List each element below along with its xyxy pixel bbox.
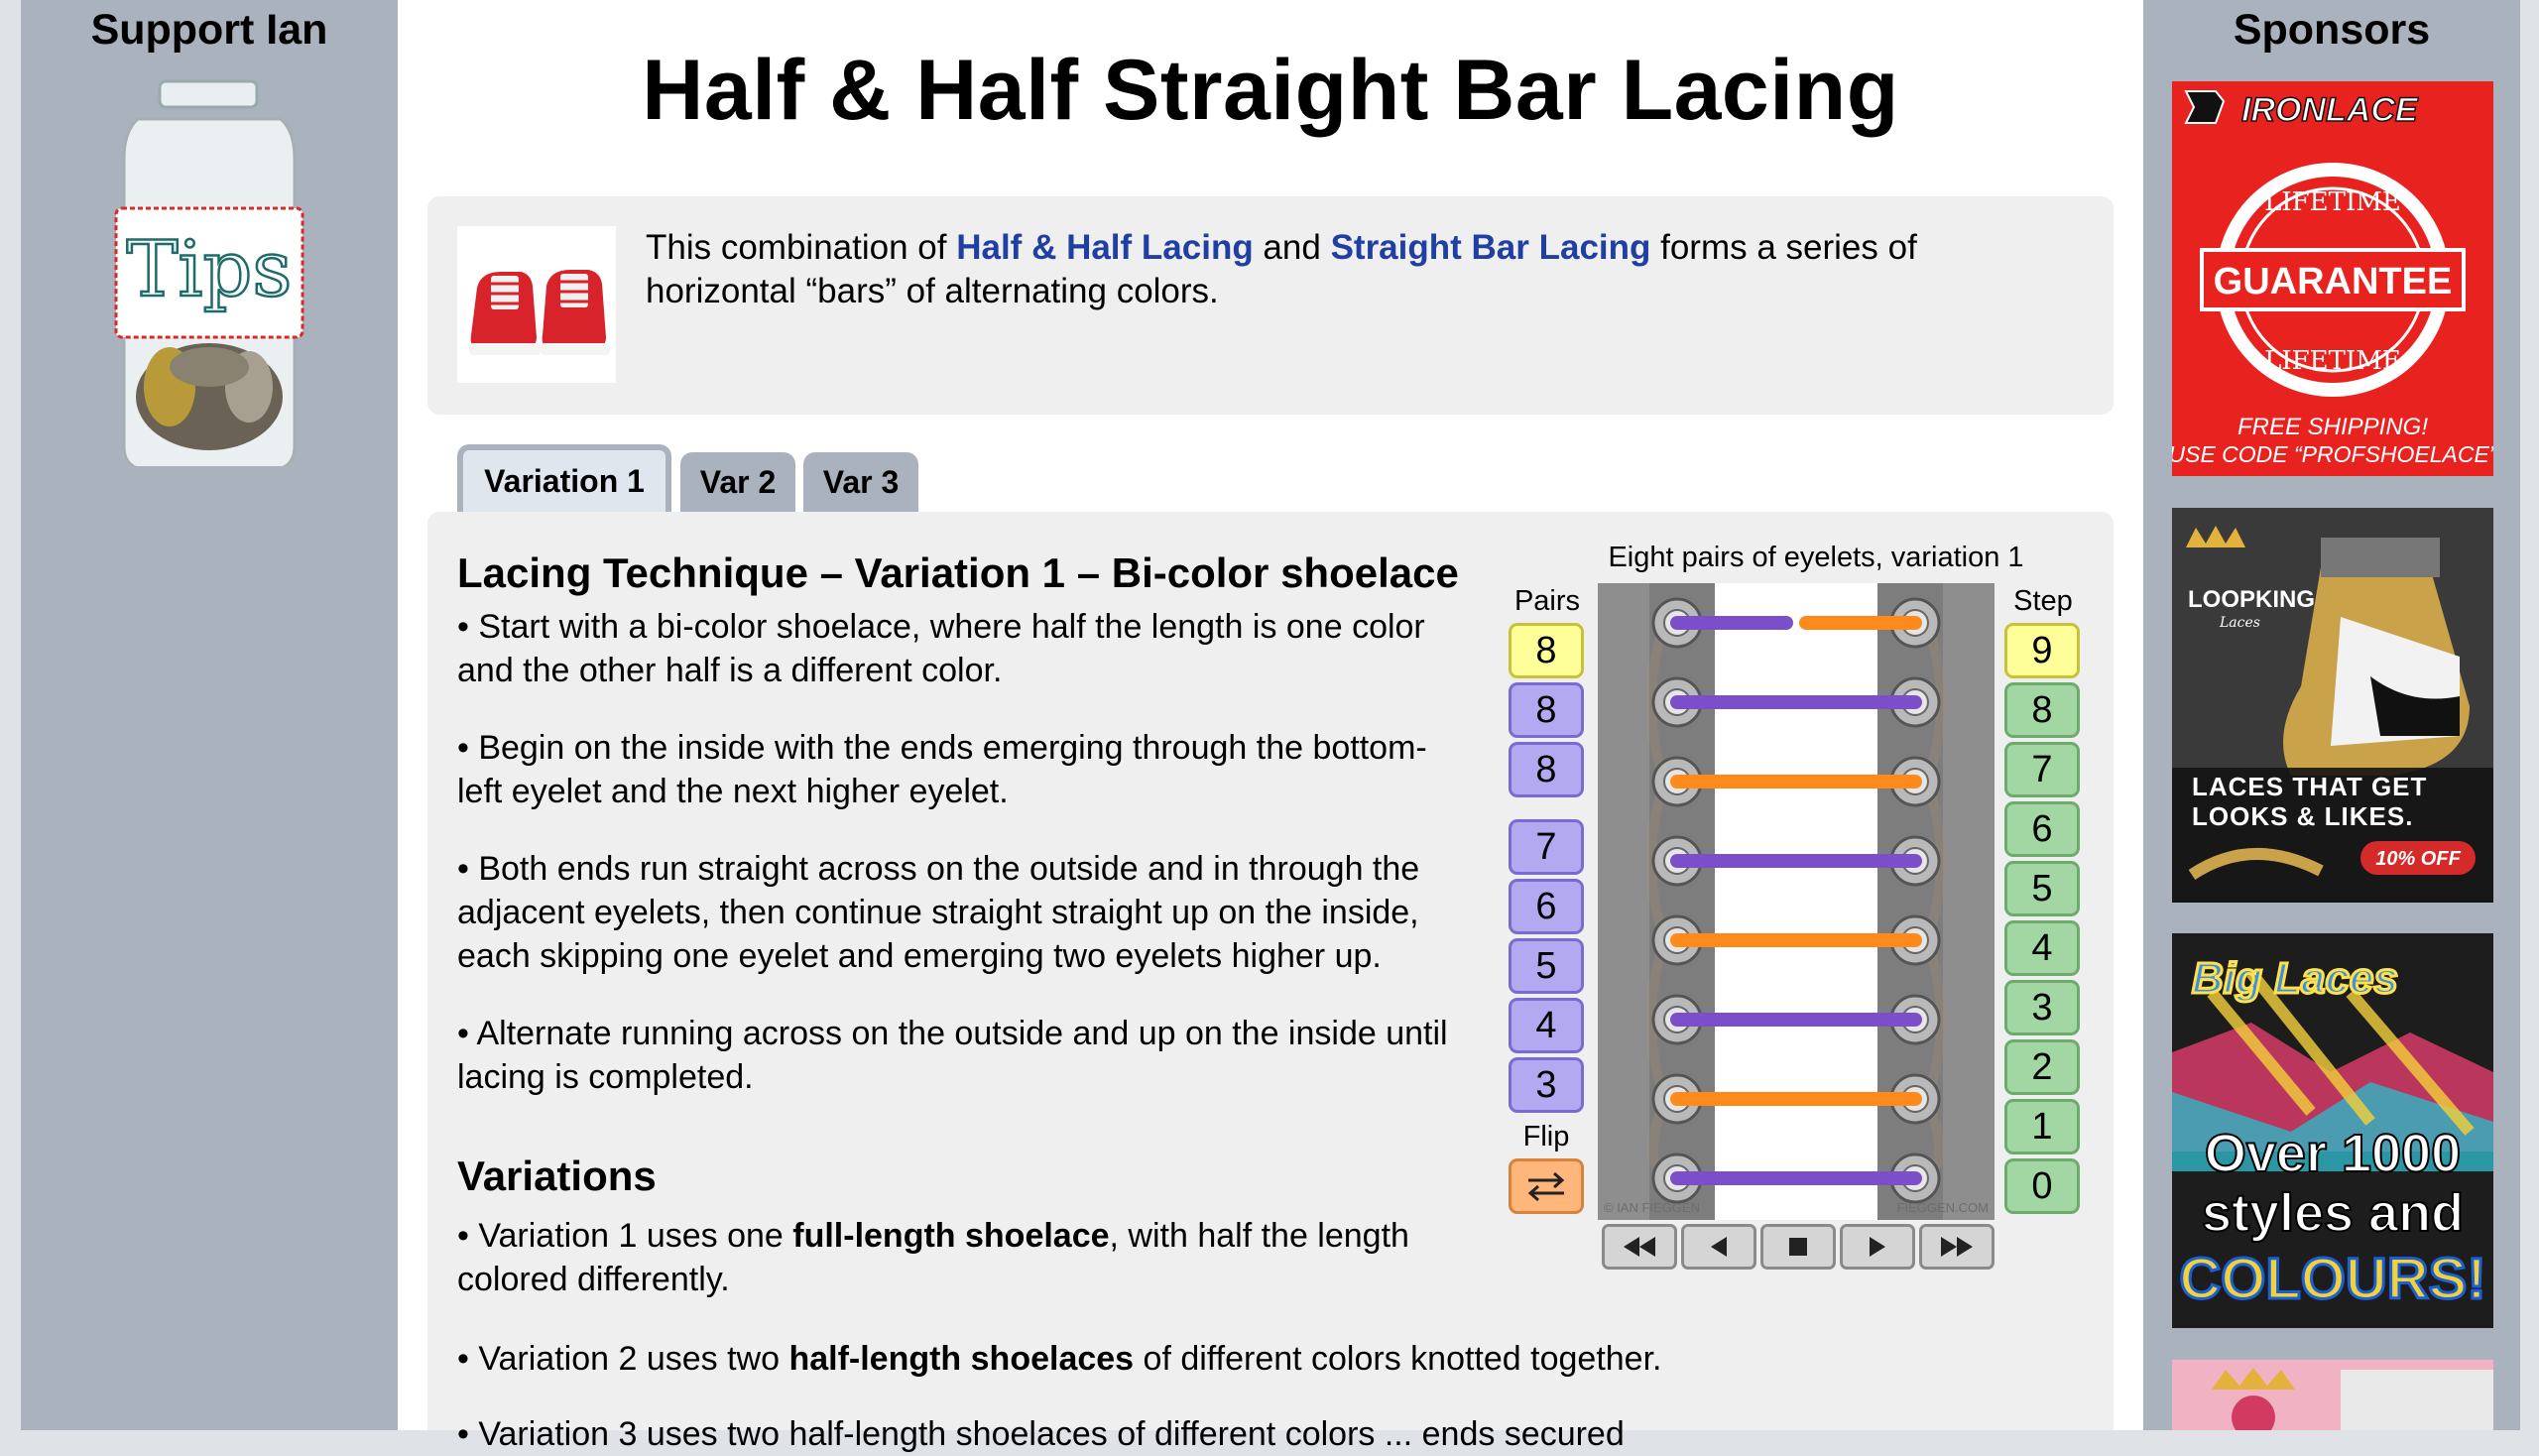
intro-text: This combination of Half & Half Lacing a…: [646, 228, 1917, 310]
pairs-label: Pairs: [1513, 585, 1581, 617]
tab-variation-1[interactable]: Variation 1: [457, 444, 671, 512]
technique-step-2: • Begin on the inside with the ends emer…: [457, 729, 1427, 810]
step-back-icon: [1711, 1237, 1727, 1257]
biglaces-line3: COLOURS!: [2179, 1247, 2485, 1311]
technique-heading: Lacing Technique – Variation 1 – Bi-colo…: [457, 549, 1459, 596]
technique-step-1: • Start with a bi-color shoelace, where …: [457, 608, 1425, 689]
ironlace-code: USE CODE “PROFSHOELACE”: [2172, 441, 2493, 467]
loopking-sub: Laces: [2219, 615, 2260, 631]
ironlace-lifetime-bottom: LIFETIME: [2264, 346, 2401, 376]
step-button-9[interactable]: 9: [2004, 623, 2080, 678]
loopking-headline: LACES THAT GET LOOKS & LIKES.: [2192, 772, 2428, 831]
straight-bar-lacing-link[interactable]: Straight Bar Lacing: [1331, 228, 1651, 267]
step-button-4[interactable]: 4: [2004, 920, 2080, 976]
variation-3-note: • Variation 3 uses two half-length shoel…: [457, 1415, 1625, 1453]
flip-label: Flip: [1522, 1121, 1570, 1153]
page-title: Half & Half Straight Bar Lacing: [642, 43, 1899, 138]
pairs-button-3[interactable]: 3: [1509, 1057, 1584, 1113]
tab-var-3[interactable]: Var 3: [803, 452, 918, 512]
fast-forward-button[interactable]: [1919, 1224, 1995, 1270]
rewind-button[interactable]: [1602, 1224, 1677, 1270]
pairs-button-4[interactable]: 4: [1509, 998, 1584, 1053]
flip-button[interactable]: [1509, 1158, 1584, 1214]
step-button-7[interactable]: 7: [2004, 742, 2080, 797]
technique-step-4: • Alternate running across on the outsid…: [457, 1015, 1448, 1096]
step-button-5[interactable]: 5: [2004, 861, 2080, 916]
tab-var-2[interactable]: Var 2: [680, 452, 795, 512]
lacing-diagram: © IAN FIEGGEN FIEGGEN.COM: [1598, 583, 1995, 1220]
stop-icon: [1789, 1238, 1807, 1256]
step-forward-icon: [1870, 1237, 1885, 1257]
sponsor-ad-partial[interactable]: [2172, 1360, 2493, 1430]
biglaces-brand: Big Laces: [2192, 954, 2398, 1003]
sponsor-ad-loopking[interactable]: LOOPKING Laces LACES THAT GET LOOKS & LI…: [2172, 508, 2493, 903]
step-button-3[interactable]: 3: [2004, 980, 2080, 1035]
intro-box: This combination of Half & Half Lacing a…: [427, 196, 2114, 415]
variation-1-note: • Variation 1 uses one full-length shoel…: [457, 1217, 1409, 1298]
pairs-button-5[interactable]: 5: [1509, 938, 1584, 994]
pairs-button-7[interactable]: 7: [1509, 819, 1584, 875]
biglaces-line2: styles and: [2202, 1183, 2464, 1243]
step-button-2[interactable]: 2: [2004, 1039, 2080, 1095]
half-half-lacing-link[interactable]: Half & Half Lacing: [956, 228, 1253, 267]
rewind-icon: [1624, 1237, 1655, 1257]
stop-button[interactable]: [1760, 1224, 1836, 1270]
sponsor-ad-biglaces[interactable]: Big Laces Over 1000 styles and COLOURS!: [2172, 933, 2493, 1328]
shoe-thumbnail[interactable]: [457, 226, 616, 383]
ironlace-lifetime-top: LIFETIME: [2264, 187, 2401, 217]
variations-heading: Variations: [457, 1153, 657, 1199]
pairs-button-6[interactable]: 6: [1509, 879, 1584, 934]
sponsors-title: Sponsors: [2233, 6, 2431, 54]
left-sidebar: Support Ian Tips: [21, 0, 398, 1430]
step-button-6[interactable]: 6: [2004, 801, 2080, 857]
ironlace-brand: IRONLACE: [2241, 91, 2419, 129]
step-button-0[interactable]: 0: [2004, 1158, 2080, 1214]
variation-panel: Lacing Technique – Variation 1 – Bi-colo…: [427, 512, 2114, 1453]
fast-forward-icon: [1941, 1237, 1973, 1257]
credit-left: © IAN FIEGGEN: [1604, 1200, 1700, 1215]
ironlace-shipping: FREE SHIPPING!: [2237, 414, 2428, 440]
credit-right: FIEGGEN.COM: [1897, 1200, 1989, 1215]
sponsor-ad-ironlace[interactable]: IRONLACE LIFETIME GUARANTEE LIFETIME FRE…: [2172, 81, 2493, 476]
step-label: Step: [2013, 585, 2073, 617]
ironlace-guarantee: GUARANTEE: [2214, 261, 2453, 303]
pairs-button-8[interactable]: 8: [1509, 623, 1584, 678]
main-content: Half & Half Straight Bar Lacing This com…: [398, 0, 2143, 1453]
step-button-8[interactable]: 8: [2004, 682, 2080, 738]
biglaces-line1: Over 1000: [2205, 1124, 2461, 1183]
loopking-brand: LOOPKING: [2188, 586, 2315, 613]
step-button-1[interactable]: 1: [2004, 1099, 2080, 1154]
loopking-badge: 10% OFF: [2375, 848, 2461, 870]
tips-jar-image[interactable]: Tips: [21, 69, 398, 466]
tips-label: Tips: [127, 225, 293, 314]
step-forward-button[interactable]: [1840, 1224, 1915, 1270]
diagram-caption: Eight pairs of eyelets, variation 1: [1608, 542, 2024, 573]
swap-arrows-icon: [1527, 1171, 1565, 1202]
support-title: Support Ian: [90, 6, 328, 54]
pairs-button-8[interactable]: 8: [1509, 742, 1584, 797]
right-sidebar: Sponsors IRONLACE LIFETIME GUARANTEE LIF…: [2143, 0, 2520, 1430]
technique-step-3: • Both ends run straight across on the o…: [457, 850, 1420, 975]
pairs-button-8[interactable]: 8: [1509, 682, 1584, 738]
variation-2-note: • Variation 2 uses two half-length shoel…: [457, 1340, 1662, 1378]
step-back-button[interactable]: [1681, 1224, 1756, 1270]
